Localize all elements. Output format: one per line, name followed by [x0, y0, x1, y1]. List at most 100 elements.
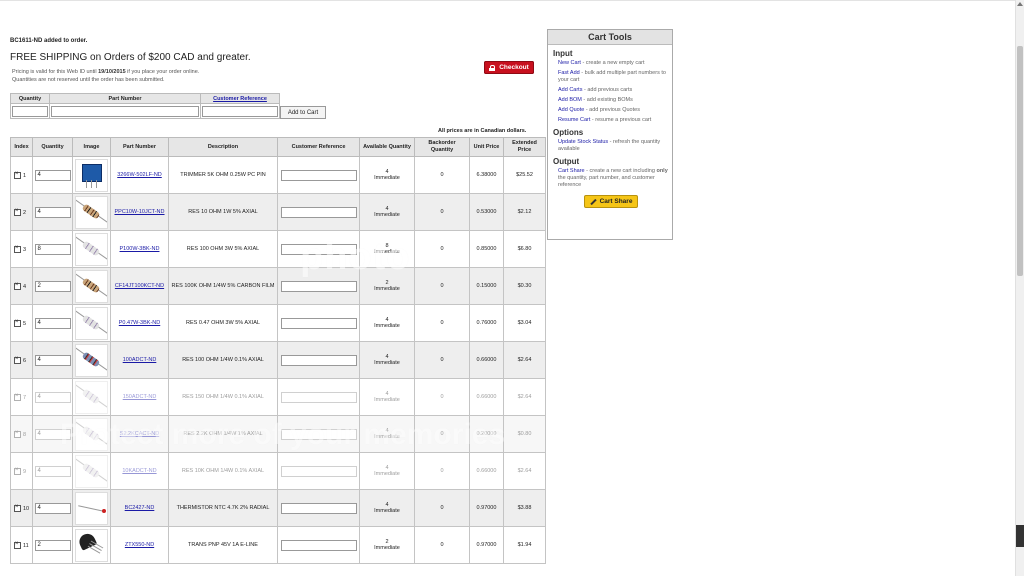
add-to-cart-button[interactable]: Add to Cart	[280, 106, 326, 119]
remove-checkbox[interactable]	[14, 281, 21, 290]
tool-link[interactable]: Fast Add	[558, 70, 580, 76]
product-thumbnail[interactable]	[75, 195, 108, 229]
quantity-input[interactable]: 2	[34, 539, 71, 551]
customer-reference-input[interactable]	[280, 317, 357, 329]
part-number-cell: 3266W-502LF-ND	[110, 156, 169, 194]
remove-checkbox[interactable]	[14, 466, 21, 475]
quantity-input[interactable]: 4	[34, 317, 71, 329]
quantity-input[interactable]: 4	[34, 502, 71, 514]
extended-price-cell: $1.94	[503, 526, 546, 564]
header-unit-price: Unit Price	[469, 137, 504, 157]
remove-checkbox[interactable]	[14, 540, 21, 549]
remove-checkbox[interactable]	[14, 355, 21, 364]
remove-checkbox[interactable]	[14, 207, 21, 216]
part-number-link[interactable]: CF14JT100KCT-ND	[115, 283, 164, 289]
product-thumbnail[interactable]	[75, 491, 108, 525]
part-number-cell: BC2427-ND	[110, 489, 169, 527]
qa-customer-reference-header[interactable]: Customer Reference	[200, 93, 280, 104]
customer-reference-input[interactable]	[280, 243, 357, 255]
product-thumbnail[interactable]	[75, 269, 108, 303]
customer-reference-input[interactable]	[280, 502, 357, 514]
qa-quantity-input[interactable]	[12, 105, 48, 117]
customer-reference-input[interactable]	[280, 169, 357, 181]
product-thumbnail[interactable]	[75, 380, 108, 414]
description-cell: TRIMMER 5K OHM 0.25W PC PIN	[168, 156, 278, 194]
remove-checkbox[interactable]	[14, 244, 21, 253]
quantity-input[interactable]: 4	[34, 391, 71, 403]
tool-item: Cart Share - create a new cart including…	[558, 168, 668, 189]
product-thumbnail[interactable]	[75, 232, 108, 266]
backorder-cell: 0	[414, 526, 470, 564]
tool-description: - add previous Quotes	[584, 107, 640, 113]
part-number-link[interactable]: 10KADCT-ND	[122, 468, 156, 474]
remove-checkbox[interactable]	[14, 170, 21, 179]
quantity-input[interactable]: 8	[34, 243, 71, 255]
product-thumbnail[interactable]	[75, 417, 108, 451]
part-number-link[interactable]: 100ADCT-ND	[123, 357, 157, 363]
tool-link[interactable]: Update Stock Status	[558, 139, 608, 145]
row-index: 10	[23, 505, 30, 512]
part-number-link[interactable]: 3266W-502LF-ND	[117, 172, 162, 178]
tool-description: - add previous carts	[582, 87, 633, 93]
vertical-scrollbar[interactable]	[1015, 0, 1024, 576]
availability-status: Immediate	[374, 249, 400, 255]
image-cell	[72, 415, 111, 453]
pricing-note: Pricing is valid for this Web ID until 1…	[12, 69, 199, 75]
header-part-number: Part Number	[110, 137, 169, 157]
product-thumbnail[interactable]	[75, 158, 108, 192]
quantity-input[interactable]: 2	[34, 280, 71, 292]
header-image: Image	[72, 137, 111, 157]
tool-link[interactable]: New Cart	[558, 60, 581, 66]
product-thumbnail[interactable]	[75, 528, 108, 562]
remove-checkbox[interactable]	[14, 429, 21, 438]
quantity-cell: 4	[32, 378, 73, 416]
scroll-up-arrow-icon[interactable]	[1017, 2, 1023, 6]
quantity-cell: 8	[32, 230, 73, 268]
customer-reference-input[interactable]	[280, 354, 357, 366]
tool-emphasis: only	[656, 168, 668, 174]
product-thumbnail[interactable]	[75, 306, 108, 340]
top-border	[0, 0, 1016, 1]
index-cell: 10	[10, 489, 33, 527]
customer-reference-input[interactable]	[280, 465, 357, 477]
quantity-input[interactable]: 4	[34, 206, 71, 218]
scrollbar-thumb[interactable]	[1017, 46, 1023, 276]
part-number-link[interactable]: 150ADCT-ND	[123, 394, 157, 400]
part-number-link[interactable]: P0.47W-3BK-ND	[119, 320, 160, 326]
qa-part-number-input[interactable]	[51, 105, 199, 117]
part-number-link[interactable]: S2.2KCACT-ND	[120, 431, 159, 437]
customer-reference-cell	[277, 526, 360, 564]
table-row: 94 10KADCT-ND RES 10K OHM 1/4W 0.1% AXIAL 4…	[10, 452, 546, 490]
part-number-link[interactable]: BC2427-ND	[125, 505, 155, 511]
customer-reference-input[interactable]	[280, 428, 357, 440]
product-thumbnail[interactable]	[75, 454, 108, 488]
customer-reference-input[interactable]	[280, 206, 357, 218]
customer-reference-input[interactable]	[280, 391, 357, 403]
unit-price-cell: 0.15000	[469, 267, 504, 305]
tool-link[interactable]: Add Quote	[558, 107, 584, 113]
customer-reference-input[interactable]	[280, 280, 357, 292]
quantity-input[interactable]: 4	[34, 428, 71, 440]
part-number-link[interactable]: P100W-3BK-ND	[120, 246, 160, 252]
tool-link[interactable]: Resume Cart	[558, 117, 590, 123]
tool-link[interactable]: Add BOM	[558, 97, 582, 103]
tool-link[interactable]: Cart Share	[558, 168, 585, 174]
remove-checkbox[interactable]	[14, 503, 21, 512]
customer-reference-cell	[277, 156, 360, 194]
part-number-link[interactable]: PPC10W-10JCT-ND	[114, 209, 164, 215]
checkout-button[interactable]: Checkout	[484, 61, 534, 74]
index-cell: 11	[10, 526, 33, 564]
part-number-link[interactable]: ZTX550-ND	[125, 542, 154, 548]
tool-link[interactable]: Add Carts	[558, 87, 582, 93]
customer-reference-input[interactable]	[280, 539, 357, 551]
product-thumbnail[interactable]	[75, 343, 108, 377]
quantity-input[interactable]: 4	[34, 354, 71, 366]
quantity-input[interactable]: 4	[34, 169, 71, 181]
image-cell	[72, 230, 111, 268]
remove-checkbox[interactable]	[14, 318, 21, 327]
remove-checkbox[interactable]	[14, 392, 21, 401]
cart-share-button[interactable]: Cart Share	[584, 195, 638, 208]
qa-customer-reference-input[interactable]	[202, 105, 278, 117]
unit-price-cell: 0.76000	[469, 304, 504, 342]
quantity-input[interactable]: 4	[34, 465, 71, 477]
